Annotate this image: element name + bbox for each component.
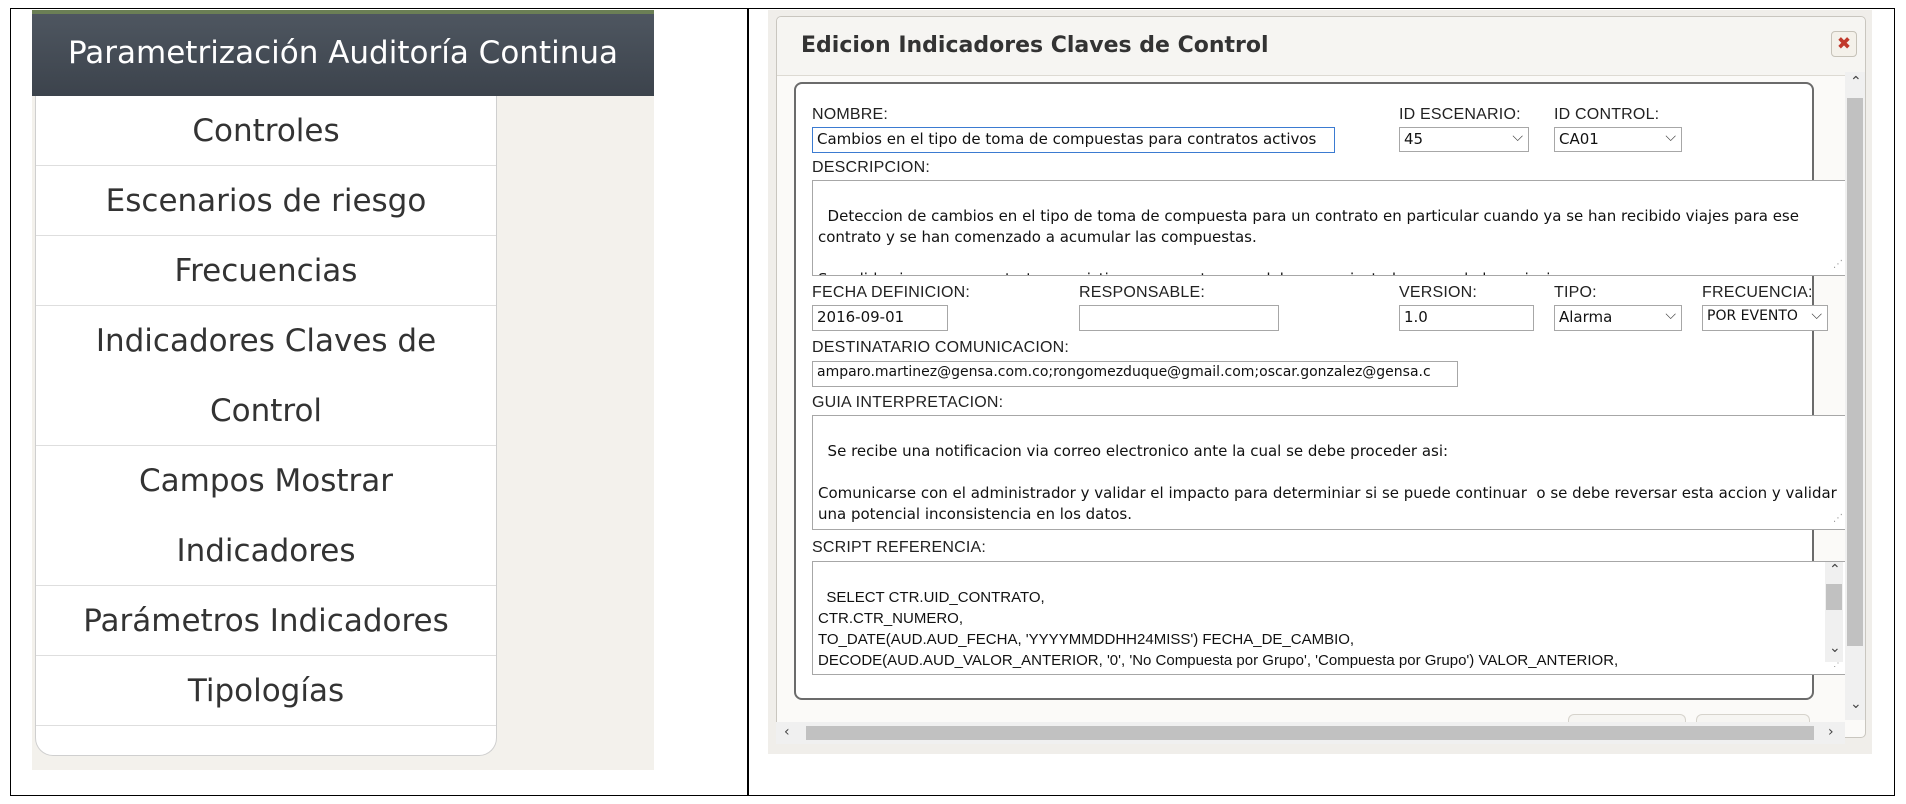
chevron-down-icon: ⌵ bbox=[1665, 307, 1676, 323]
nombre-field[interactable]: Cambios en el tipo de toma de compuestas… bbox=[812, 127, 1335, 153]
scroll-left-arrow-icon[interactable]: ‹ bbox=[784, 724, 790, 740]
guia-text: Se recibe una notificacion via correo el… bbox=[818, 442, 1837, 523]
menu-item-label: Indicadores bbox=[176, 532, 356, 569]
menu-item-parametros[interactable]: Parámetros Indicadores bbox=[36, 586, 496, 656]
menu-item-escenarios[interactable]: Escenarios de riesgo bbox=[36, 166, 496, 236]
menu-item-campos-mostrar[interactable]: Campos Mostrar Indicadores bbox=[36, 446, 496, 586]
column-divider bbox=[747, 8, 749, 796]
fecha-field[interactable]: 2016-09-01 bbox=[812, 305, 948, 331]
menu-item-label: Frecuencias bbox=[174, 252, 358, 289]
frecuencia-select[interactable]: POR EVENTO ⌵ bbox=[1702, 305, 1828, 331]
menu-item-tipologias[interactable]: Tipologías bbox=[36, 656, 496, 726]
chevron-down-icon: ⌵ bbox=[1512, 129, 1523, 145]
menu-item-label: Tipologías bbox=[187, 672, 345, 709]
id-control-select[interactable]: CA01 ⌵ bbox=[1554, 127, 1682, 152]
script-scrollbar[interactable]: ⌃ ⌄ bbox=[1825, 562, 1843, 662]
script-label: SCRIPT REFERENCIA: bbox=[812, 539, 986, 556]
scroll-down-arrow-icon[interactable]: ⌄ bbox=[1850, 696, 1862, 712]
resize-grip-icon[interactable]: ⋰ bbox=[1833, 254, 1843, 275]
menu-panel: Parametrización Auditoría Continua Contr… bbox=[32, 10, 654, 770]
menu-item-indicadores-claves[interactable]: Indicadores Claves de Control bbox=[36, 306, 496, 446]
scroll-right-arrow-icon[interactable]: › bbox=[1828, 724, 1834, 740]
fecha-label: FECHA DEFINICION: bbox=[812, 284, 971, 301]
resize-grip-icon[interactable]: ⋰ bbox=[1833, 508, 1843, 529]
close-icon: ✖ bbox=[1836, 34, 1852, 54]
id-control-label: ID CONTROL: bbox=[1554, 106, 1660, 123]
responsable-field[interactable] bbox=[1079, 305, 1279, 331]
frecuencia-label: FRECUENCIA: bbox=[1702, 284, 1813, 301]
nombre-label: NOMBRE: bbox=[812, 106, 889, 123]
scroll-up-arrow-icon[interactable]: ⌃ bbox=[1829, 562, 1841, 578]
dialog-vertical-scrollbar[interactable]: ⌃ ⌄ bbox=[1845, 72, 1865, 720]
dialog-vertical-thumb[interactable] bbox=[1847, 98, 1863, 646]
chevron-down-icon: ⌵ bbox=[1665, 129, 1676, 145]
dialog-titlebar[interactable]: Edicion Indicadores Claves de Control ✖ bbox=[777, 17, 1865, 76]
descripcion-label: DESCRIPCION: bbox=[812, 159, 930, 176]
menu-item-label: Control bbox=[209, 392, 323, 429]
id-control-value: CA01 bbox=[1559, 130, 1599, 148]
scroll-down-arrow-icon[interactable]: ⌄ bbox=[1829, 640, 1841, 656]
version-label: VERSION: bbox=[1399, 284, 1478, 301]
menu-item-frecuencias[interactable]: Frecuencias bbox=[36, 236, 496, 306]
tipo-select[interactable]: Alarma ⌵ bbox=[1554, 305, 1682, 331]
menu-item-label: Campos Mostrar bbox=[139, 462, 393, 499]
frecuencia-value: POR EVENTO bbox=[1707, 308, 1798, 324]
destinatario-label: DESTINATARIO COMUNICACION: bbox=[812, 339, 1070, 356]
menu-header: Parametrización Auditoría Continua bbox=[32, 10, 654, 96]
scroll-up-arrow-icon[interactable]: ⌃ bbox=[1850, 74, 1862, 90]
tipo-value: Alarma bbox=[1559, 308, 1613, 326]
menu-item-label: Parámetros Indicadores bbox=[83, 602, 449, 639]
chevron-down-icon: ⌵ bbox=[1811, 307, 1822, 323]
script-text: SELECT CTR.UID_CONTRATO, CTR.CTR_NUMERO,… bbox=[818, 589, 1619, 674]
guia-label: GUIA INTERPRETACION: bbox=[812, 394, 1004, 411]
descripcion-textarea[interactable]: Deteccion de cambios en el tipo de toma … bbox=[812, 180, 1846, 276]
menu-item-label: Escenarios de riesgo bbox=[105, 182, 427, 219]
script-textarea[interactable]: SELECT CTR.UID_CONTRATO, CTR.CTR_NUMERO,… bbox=[812, 561, 1846, 675]
destinatario-field[interactable]: amparo.martinez@gensa.com.co;rongomezduq… bbox=[812, 361, 1458, 387]
dialog-horizontal-thumb[interactable] bbox=[806, 726, 1814, 740]
menu-item-label: Controles bbox=[192, 112, 340, 149]
script-scroll-thumb[interactable] bbox=[1826, 584, 1842, 610]
menu-list: Controles Escenarios de riesgo Frecuenci… bbox=[35, 96, 497, 756]
version-field[interactable]: 1.0 bbox=[1399, 305, 1534, 331]
id-escenario-label: ID ESCENARIO: bbox=[1399, 106, 1521, 123]
dialog-horizontal-scrollbar[interactable]: ‹ › bbox=[776, 722, 1845, 744]
id-escenario-select[interactable]: 45 ⌵ bbox=[1399, 127, 1529, 152]
responsable-label: RESPONSABLE: bbox=[1079, 284, 1206, 301]
tipo-label: TIPO: bbox=[1554, 284, 1597, 301]
guia-textarea[interactable]: Se recibe una notificacion via correo el… bbox=[812, 415, 1846, 530]
close-button[interactable]: ✖ bbox=[1831, 31, 1857, 57]
dialog-title: Edicion Indicadores Claves de Control bbox=[801, 33, 1269, 58]
descripcion-text: Deteccion de cambios en el tipo de toma … bbox=[818, 207, 1799, 275]
id-escenario-value: 45 bbox=[1404, 130, 1424, 148]
menu-item-label: Indicadores Claves de bbox=[95, 322, 437, 359]
menu-item-controles[interactable]: Controles bbox=[36, 96, 496, 166]
